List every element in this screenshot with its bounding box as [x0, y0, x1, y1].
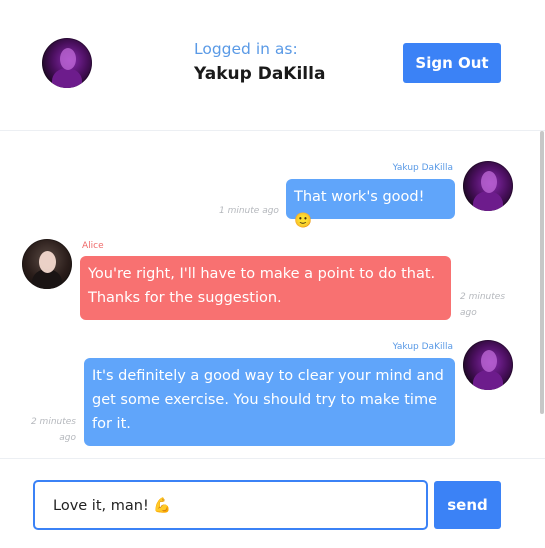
message-list[interactable]: Yakup DaKilla 1 minute ago That work's g… — [0, 131, 545, 458]
message-bubble: It's definitely a good way to clear your… — [84, 358, 455, 446]
message-author: Yakup DaKilla — [392, 163, 453, 173]
message-timestamp: 1 minute ago — [219, 206, 279, 216]
current-user-name: Yakup DaKilla — [194, 64, 326, 84]
message-avatar — [463, 161, 513, 211]
current-user-avatar — [42, 38, 92, 88]
message-bubble: You're right, I'll have to make a point … — [80, 256, 451, 320]
message-input[interactable] — [33, 480, 428, 530]
message-composer: send — [0, 458, 545, 548]
sign-out-button[interactable]: Sign Out — [403, 43, 501, 83]
message-timestamp-line2: ago — [460, 308, 477, 318]
message-timestamp: 2 minutes — [30, 417, 76, 427]
message-timestamp-line2: ago — [59, 433, 76, 443]
logged-in-label: Logged in as: — [194, 40, 298, 58]
message-bubble: That work's good! 🙂 — [286, 179, 455, 229]
message-author: Alice — [82, 241, 104, 251]
message-avatar — [463, 340, 513, 390]
message-avatar-alice — [22, 239, 72, 289]
chat-header: Logged in as: Yakup DaKilla Sign Out — [0, 0, 545, 131]
message-author: Yakup DaKilla — [392, 342, 453, 352]
message-list-scrollbar[interactable] — [540, 131, 544, 414]
message-timestamp: 2 minutes — [460, 292, 506, 302]
send-button[interactable]: send — [434, 481, 501, 529]
